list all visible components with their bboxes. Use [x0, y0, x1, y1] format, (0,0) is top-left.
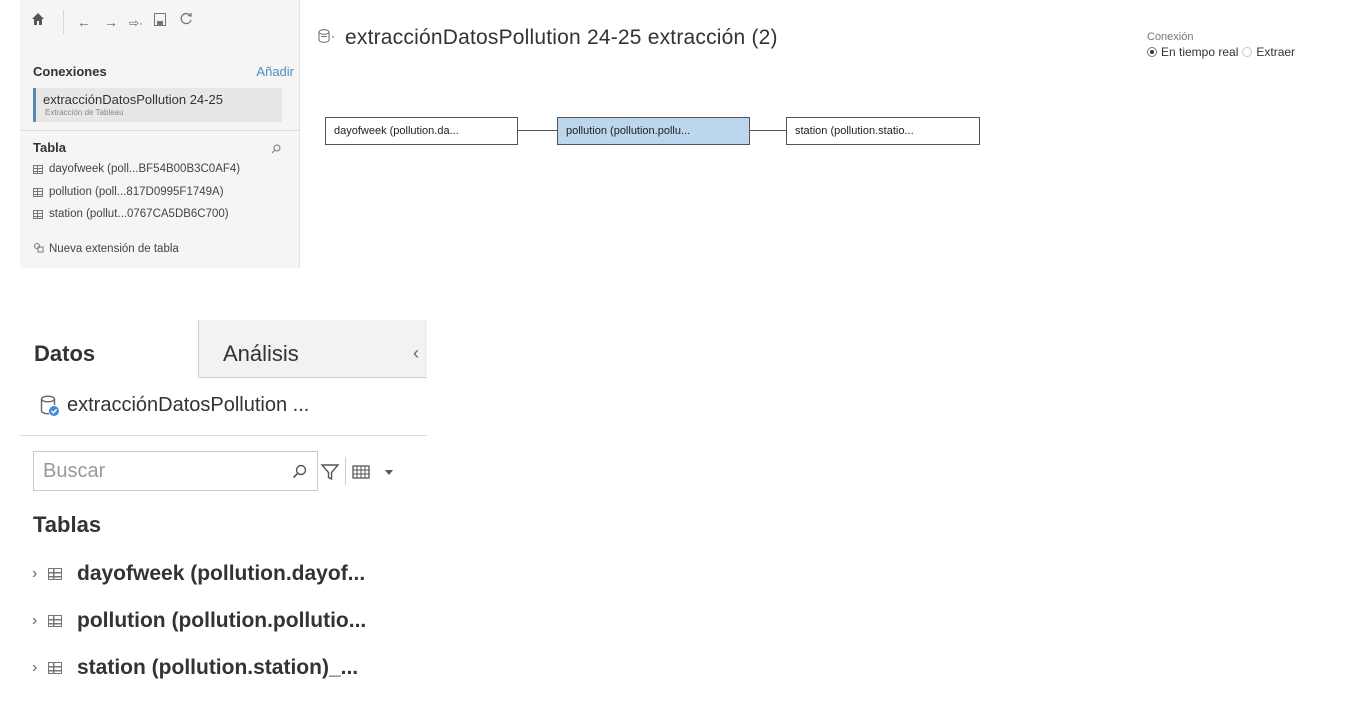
collapse-pane-icon[interactable]: ‹: [413, 343, 419, 364]
canvas-table-node-selected[interactable]: pollution (pollution.pollu...: [557, 117, 750, 145]
data-source-title[interactable]: extracciónDatosPollution 24-25 extracció…: [345, 26, 778, 50]
table-header: Tabla: [33, 140, 283, 156]
search-box: [33, 451, 318, 491]
toolbar: ← → ⇨·: [20, 0, 300, 44]
toolbar-separator: [63, 10, 64, 34]
table-icon: [48, 615, 62, 627]
canvas-table-node[interactable]: dayofweek (pollution.da...: [325, 117, 518, 145]
chevron-right-icon[interactable]: ›: [20, 612, 42, 630]
table-icon: [33, 187, 43, 197]
table-icon: [48, 662, 62, 674]
canvas-table-node[interactable]: station (pollution.statio...: [786, 117, 980, 145]
search-input[interactable]: [34, 452, 279, 490]
connections-title: Conexiones: [33, 64, 107, 79]
tab-analisis-label: Análisis: [223, 341, 299, 366]
data-table-row[interactable]: › station (pollution.station)_...: [20, 653, 427, 683]
extract-data-source-icon: [40, 395, 60, 417]
table-extension-icon: [33, 242, 44, 256]
chevron-right-icon[interactable]: ›: [20, 659, 42, 677]
tab-analisis[interactable]: Análisis ‹: [198, 320, 427, 378]
data-source-title-bar: extracciónDatosPollution 24-25 extracció…: [318, 25, 778, 51]
search-icon[interactable]: [292, 464, 307, 479]
filter-icon[interactable]: [320, 462, 340, 482]
back-arrow-icon[interactable]: ←: [77, 14, 91, 30]
table-list-item-label: dayofweek (poll...BF54B00B3C0AF4): [49, 163, 241, 175]
table-list-item[interactable]: pollution (poll...817D0995F1749A): [33, 182, 291, 202]
table-section-title: Tabla: [33, 140, 66, 155]
table-list-item-label: station (pollut...0767CA5DB6C700): [49, 208, 229, 220]
redo-icon[interactable]: ⇨·: [129, 15, 143, 31]
data-source-icon[interactable]: [318, 29, 336, 47]
data-table-label: dayofweek (pollution.dayof...: [77, 562, 366, 585]
relationship-line[interactable]: [750, 130, 787, 131]
connections-header: Conexiones Añadir: [33, 64, 294, 80]
table-list-item[interactable]: station (pollut...0767CA5DB6C700): [33, 204, 291, 224]
new-table-extension-link[interactable]: Nueva extensión de tabla: [33, 242, 179, 256]
save-icon[interactable]: [154, 13, 166, 29]
table-list-item[interactable]: dayofweek (poll...BF54B00B3C0AF4): [33, 159, 291, 179]
table-icon: [33, 164, 43, 174]
extract-radio-label[interactable]: Extraer: [1256, 45, 1295, 59]
search-icon[interactable]: [271, 141, 283, 154]
table-icon: [33, 209, 43, 219]
chevron-right-icon[interactable]: ›: [20, 565, 42, 583]
live-radio-label[interactable]: En tiempo real: [1161, 45, 1238, 59]
connection-type-heading: Conexión: [1147, 31, 1194, 43]
refresh-icon[interactable]: [179, 12, 193, 29]
extract-radio[interactable]: [1242, 47, 1253, 57]
connection-name: extracciónDatosPollution 24-25: [43, 92, 223, 107]
add-connection-link[interactable]: Añadir: [256, 64, 294, 79]
panel-divider: [20, 130, 300, 131]
data-table-label: pollution (pollution.pollutio...: [77, 609, 367, 632]
connection-type-options: En tiempo real Extraer: [1147, 45, 1352, 59]
forward-arrow-icon[interactable]: →: [104, 14, 118, 30]
data-table-row[interactable]: › dayofweek (pollution.dayof...: [20, 559, 427, 589]
relationship-line[interactable]: [518, 130, 558, 131]
data-source-name: extracciónDatosPollution ...: [67, 394, 310, 416]
live-radio[interactable]: [1147, 47, 1157, 57]
toolbar-separator: [345, 457, 346, 485]
connection-type-label: Extracción de Tableau: [45, 108, 124, 117]
data-table-row[interactable]: › pollution (pollution.pollutio...: [20, 606, 427, 636]
connections-panel: ← → ⇨· Conexiones Añadir extracciónDatos…: [20, 0, 300, 268]
table-icon: [48, 568, 62, 580]
connection-type-selector: Conexión En tiempo real Extraer: [1147, 31, 1352, 59]
connection-item[interactable]: extracciónDatosPollution 24-25 Extracció…: [33, 88, 282, 122]
tables-heading: Tablas: [33, 512, 102, 537]
home-icon[interactable]: [31, 12, 45, 29]
tab-datos-label: Datos: [34, 341, 96, 366]
table-list-item-label: pollution (poll...817D0995F1749A): [49, 186, 224, 198]
new-table-extension-label: Nueva extensión de tabla: [49, 243, 179, 255]
tab-datos[interactable]: Datos: [20, 320, 198, 378]
data-pane: Datos Análisis ‹ extracciónDatosPollutio…: [20, 320, 427, 720]
data-table-label: station (pollution.station)_...: [77, 656, 359, 679]
divider: [20, 435, 427, 436]
data-source-row[interactable]: extracciónDatosPollution ...: [40, 394, 309, 417]
view-options-icon[interactable]: [351, 462, 399, 482]
